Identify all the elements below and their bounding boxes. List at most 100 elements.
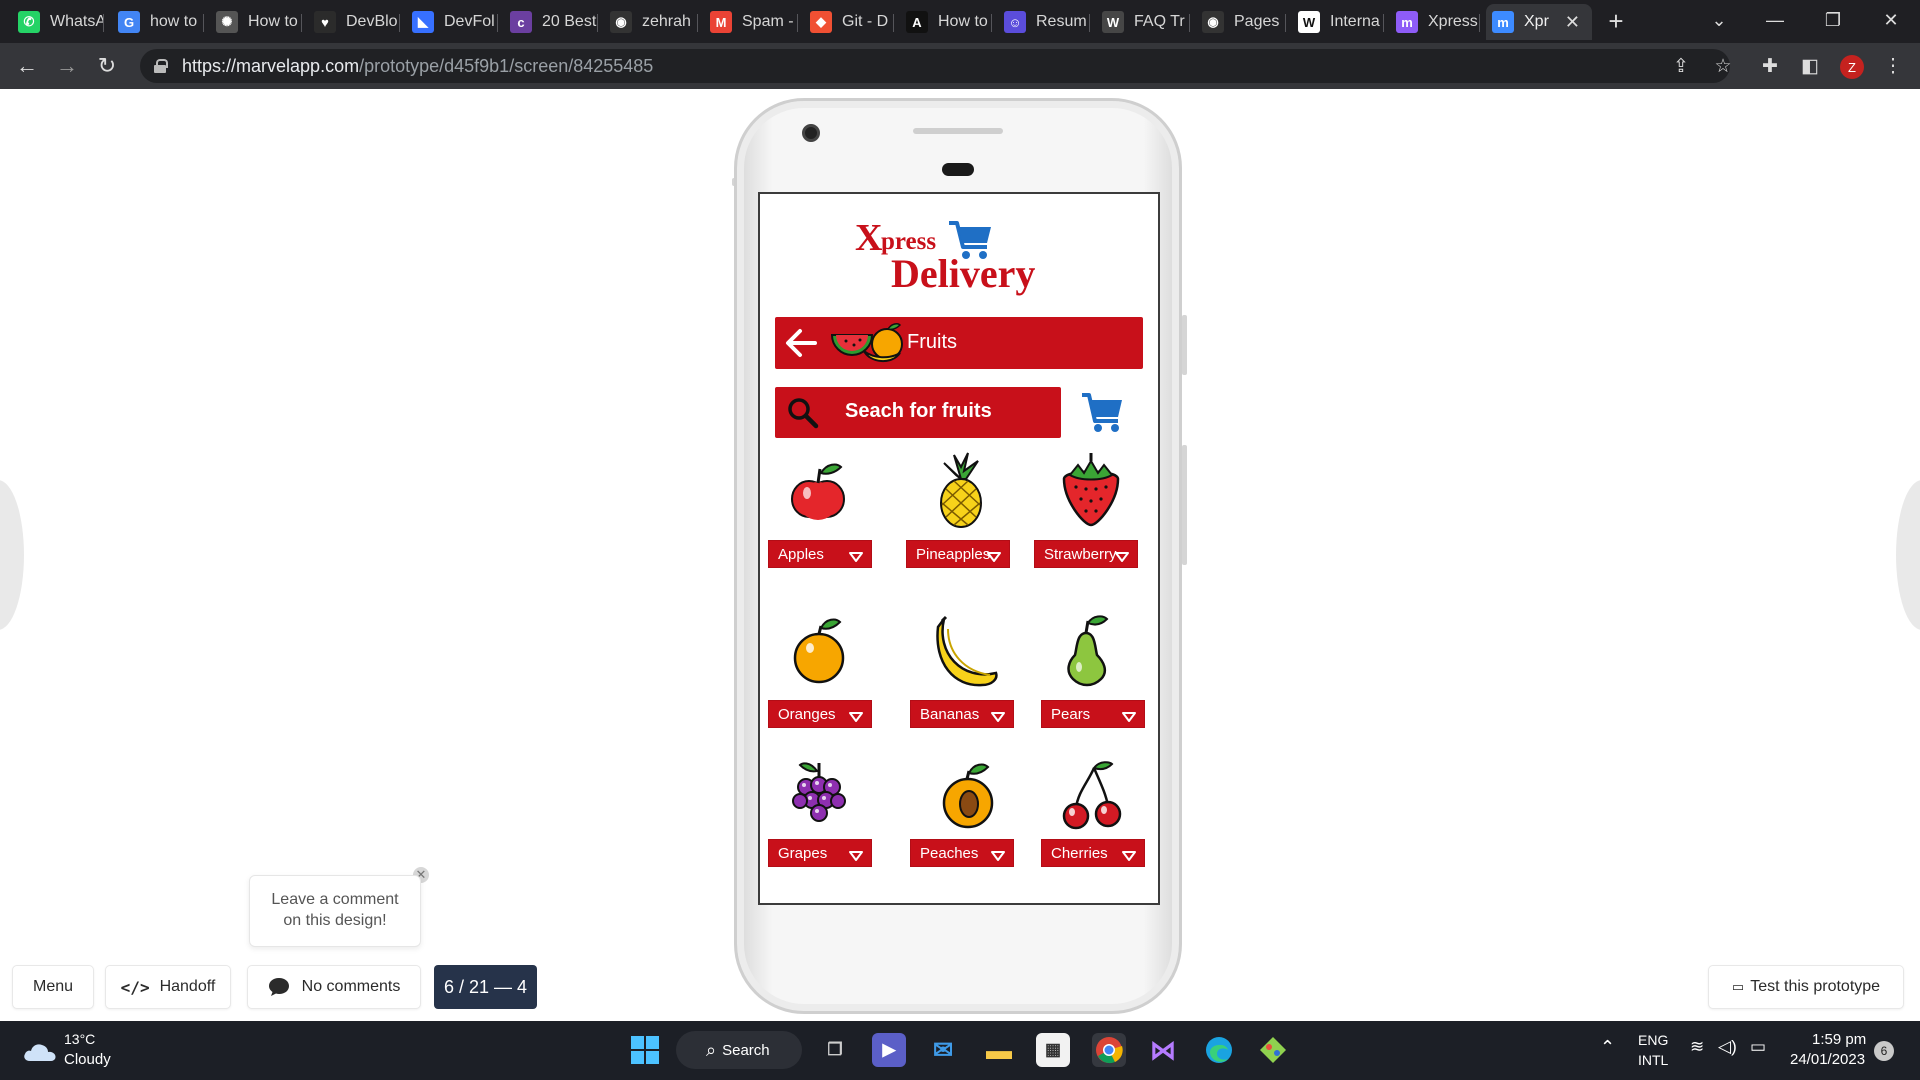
tab-2[interactable]: ✺ How to <box>210 4 302 40</box>
tab-11[interactable]: W FAQ Tr <box>1096 4 1190 40</box>
clock-time[interactable]: 1:59 pm <box>1812 1031 1866 1048</box>
tab-5[interactable]: c 20 Best <box>504 4 598 40</box>
orange-icon[interactable] <box>784 612 854 690</box>
file-explorer-icon[interactable]: ▬ <box>982 1033 1016 1067</box>
fruit-dropdown-apples[interactable]: Apples <box>768 540 872 568</box>
reload-icon[interactable]: ↻ <box>92 51 122 81</box>
tab-1[interactable]: Ghow to <box>112 4 204 40</box>
show-hidden-icons[interactable]: ⌃ <box>1600 1037 1615 1058</box>
store-icon[interactable]: ▦ <box>1036 1033 1070 1067</box>
volume-icon[interactable]: ◁) <box>1718 1037 1737 1057</box>
language-code[interactable]: ENG <box>1638 1032 1668 1048</box>
tab-9[interactable]: A How to <box>900 4 992 40</box>
fruit-dropdown-bananas[interactable]: Bananas <box>910 700 1014 728</box>
more-menu-icon[interactable]: ⋮ <box>1880 53 1906 79</box>
tab-4[interactable]: ◣ DevFol <box>406 4 498 40</box>
extensions-icon[interactable]: ✚ <box>1757 53 1783 79</box>
chrome-icon[interactable] <box>1092 1033 1126 1067</box>
taskbar-search[interactable]: ⌕ Search <box>676 1031 802 1069</box>
tab-13[interactable]: W Interna <box>1292 4 1384 40</box>
grapes-icon[interactable] <box>784 755 854 833</box>
fruit-dropdown-pineapples[interactable]: Pineapples <box>906 540 1010 568</box>
cherries-icon[interactable] <box>1056 758 1126 836</box>
fruit-dropdown-peaches[interactable]: Peaches <box>910 839 1014 867</box>
tab-15[interactable]: m Xpr ✕ <box>1486 4 1592 40</box>
tab-12[interactable]: ◉ Pages <box>1196 4 1286 40</box>
close-tab-icon[interactable]: ✕ <box>1565 12 1580 33</box>
tab-label: How to <box>938 13 988 30</box>
banana-icon[interactable] <box>932 613 1002 691</box>
apple-icon[interactable] <box>783 455 853 533</box>
share-icon[interactable]: ⇪ <box>1668 53 1694 79</box>
comments-button[interactable]: No comments <box>247 965 421 1009</box>
notification-badge[interactable]: 6 <box>1874 1041 1894 1061</box>
side-panel-icon[interactable]: ◧ <box>1797 53 1823 79</box>
pineapple-icon[interactable] <box>926 451 996 529</box>
sourcetree-icon[interactable] <box>1256 1033 1290 1067</box>
cloudy-weather-icon[interactable] <box>22 1039 58 1063</box>
phone-power-button <box>1182 445 1187 565</box>
devfolio-icon: ◣ <box>412 11 434 33</box>
chevron-down-icon <box>987 549 1001 562</box>
category-header: Fruits <box>775 317 1143 369</box>
comment-prompt[interactable]: Leave a comment on this design! <box>249 875 421 947</box>
address-bar[interactable]: https://marvelapp.com/prototype/d45f9b1/… <box>140 49 1730 83</box>
tab-separator <box>1189 14 1190 32</box>
previous-screen-button[interactable] <box>0 480 24 630</box>
fruit-dropdown-grapes[interactable]: Grapes <box>768 839 872 867</box>
next-screen-button[interactable] <box>1896 480 1920 630</box>
wifi-icon[interactable]: ≋ <box>1690 1037 1704 1057</box>
back-arrow-icon[interactable] <box>783 326 819 360</box>
mail-icon[interactable]: ✉ <box>926 1033 960 1067</box>
fruits-category-icon <box>830 323 903 362</box>
tab-8[interactable]: ◆ Git - D <box>804 4 894 40</box>
new-tab-button[interactable]: + <box>1600 6 1632 38</box>
cart-icon[interactable] <box>1080 391 1124 433</box>
tab-10[interactable]: ☺ Resum <box>998 4 1090 40</box>
forward-icon[interactable]: → <box>52 51 82 81</box>
fruit-dropdown-cherries[interactable]: Cherries <box>1041 839 1145 867</box>
chevron-down-icon <box>991 848 1005 861</box>
test-prototype-button[interactable]: ▭ Test this prototype <box>1708 965 1904 1009</box>
strawberry-icon[interactable] <box>1056 451 1126 529</box>
profile-avatar[interactable]: Z <box>1840 55 1864 79</box>
fruit-dropdown-pears[interactable]: Pears <box>1041 700 1145 728</box>
tab-7[interactable]: M Spam - <box>704 4 798 40</box>
peach-icon[interactable] <box>933 757 1003 835</box>
back-icon[interactable]: ← <box>12 51 42 81</box>
teams-chat-icon[interactable]: ▶ <box>872 1033 906 1067</box>
category-title: Fruits <box>907 331 957 353</box>
screen-pager[interactable]: 6 / 21 — 4 <box>434 965 537 1009</box>
edge-icon[interactable] <box>1202 1033 1236 1067</box>
heart-icon: ♥ <box>314 11 336 33</box>
github-icon: ◉ <box>610 11 632 33</box>
phone-camera <box>802 124 820 142</box>
handoff-button[interactable]: </> Handoff <box>105 965 231 1009</box>
lock-icon[interactable] <box>154 59 168 73</box>
start-icon[interactable] <box>628 1033 662 1067</box>
tab-14[interactable]: m Xpress <box>1390 4 1480 40</box>
tab-separator <box>103 14 104 32</box>
fruit-label: Oranges <box>778 705 836 723</box>
minimize-button[interactable]: — <box>1750 0 1800 40</box>
tab-6[interactable]: ◉ zehrah <box>604 4 698 40</box>
battery-icon[interactable]: ▭ <box>1750 1037 1766 1057</box>
visual-studio-icon[interactable]: ⋈ <box>1146 1033 1180 1067</box>
clock-date[interactable]: 24/01/2023 <box>1790 1051 1865 1068</box>
fruit-dropdown-strawberry[interactable]: Strawberry <box>1034 540 1138 568</box>
handoff-label: Handoff <box>159 978 216 995</box>
tab-3[interactable]: ♥ DevBlo <box>308 4 400 40</box>
menu-button[interactable]: Menu <box>12 965 94 1009</box>
fruit-dropdown-oranges[interactable]: Oranges <box>768 700 872 728</box>
task-view-icon[interactable]: ❐ <box>818 1033 852 1067</box>
close-window-button[interactable]: ✕ <box>1866 0 1916 40</box>
language-layout[interactable]: INTL <box>1638 1052 1668 1068</box>
tab-search-icon[interactable]: ⌄ <box>1694 0 1744 40</box>
pear-icon[interactable] <box>1051 611 1121 689</box>
tab-0[interactable]: ✆ WhatsA <box>12 4 104 40</box>
marvel-icon: m <box>1396 11 1418 33</box>
bookmark-star-icon[interactable]: ☆ <box>1710 53 1736 79</box>
fruit-search-bar[interactable]: Seach for fruits <box>775 387 1061 438</box>
restore-button[interactable]: ❐ <box>1808 0 1858 40</box>
windows-taskbar: 13°C Cloudy ⌕ Search ❐ ▶ ✉ ▬ ▦ ⋈ ⌃ ENG I… <box>0 1021 1920 1080</box>
